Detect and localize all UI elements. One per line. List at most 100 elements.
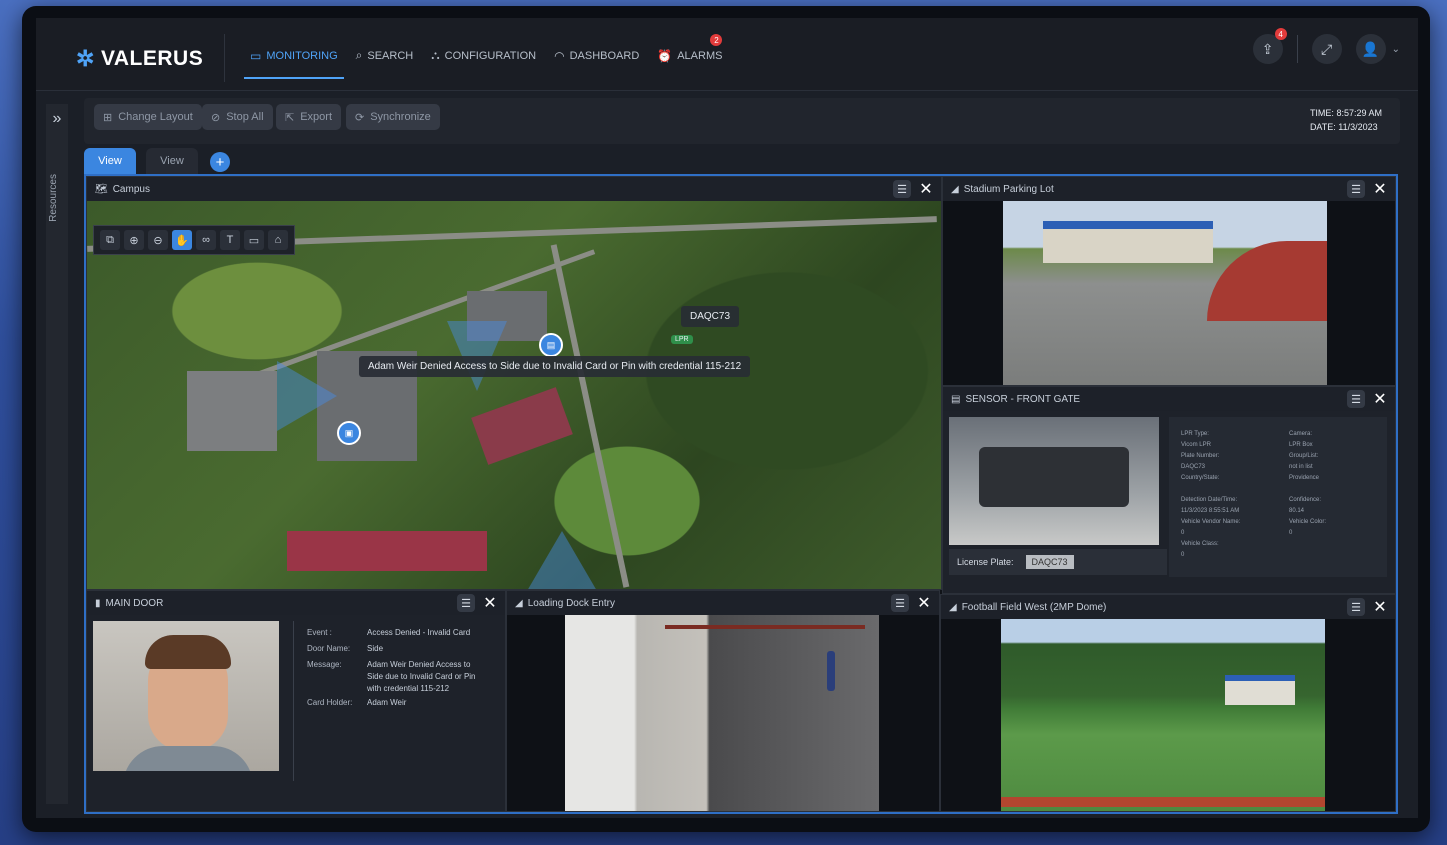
link-tool[interactable]: ∞ [196,230,216,250]
pane-close-button[interactable]: ✕ [481,594,499,612]
button-label: Change Layout [118,111,193,123]
map-icon: 🗺 [95,183,108,195]
running-track [1207,241,1327,321]
fullscreen-button[interactable]: ⤢ [1311,34,1342,64]
button-label: Synchronize [370,111,431,123]
field-value: LPR Box [1289,442,1313,448]
zoom-out-tool[interactable]: ⊖ [148,230,168,250]
field-label: Card Holder: [307,698,353,707]
add-view-button[interactable]: + [210,152,230,172]
pane-menu-button[interactable]: ☰ [893,180,911,198]
nav-label: CONFIGURATION [444,49,537,62]
pane-close-button[interactable]: ✕ [1371,390,1389,408]
plate-crop: DAQC73 [1025,555,1074,569]
map-parking-lot [187,371,277,451]
video-feed[interactable] [941,619,1395,811]
pane-menu-button[interactable]: ☰ [1347,598,1365,616]
stop-icon: ⊘ [211,111,221,124]
field-value: not in list [1289,464,1313,470]
lpr-details: LPR Type: Vicom LPR Plate Number: DAQC73… [1169,417,1387,577]
map-track [287,531,487,571]
field-house [1225,675,1295,705]
camera-icon: ◢ [949,601,957,613]
chevron-down-icon[interactable]: ⌄ [1392,44,1400,55]
nav-label: MONITORING [266,49,338,62]
door-marker[interactable]: ▣ [337,421,361,445]
field-label: Group/List: [1289,453,1319,459]
pane-menu-button[interactable]: ☰ [1347,180,1365,198]
nav-search[interactable]: ⌕ SEARCH [356,48,414,79]
person-walking [827,651,835,691]
hand-icon: ✋ [175,234,189,247]
text-tool[interactable]: T [220,230,240,250]
synchronize-button[interactable]: ⟳ Synchronize [346,104,440,130]
comment-tool[interactable]: ▭ [244,230,264,250]
license-plate-row: License Plate: DAQC73 [949,549,1167,575]
pane-menu-button[interactable]: ☰ [1347,390,1365,408]
share-button[interactable]: ⇪ 4 [1252,28,1287,64]
stop-all-button[interactable]: ⊘ Stop All [202,104,273,130]
button-label: Stop All [226,111,264,123]
menu-icon: ☰ [1351,183,1361,196]
satellite-map[interactable]: ▣ ▤ DAQC73 LPR Adam Weir Denied Access t… [87,201,941,589]
user-menu-button[interactable]: 👤 [1355,34,1386,64]
video-feed[interactable] [507,615,939,811]
notification-badge: 4 [1274,28,1287,40]
share-icon: ⇪ [1261,40,1274,57]
field-value: Side [367,644,384,653]
zoom-in-icon: ⊕ [129,234,139,247]
camera-icon: ◢ [951,183,959,195]
lpr-marker[interactable]: ▤ [539,333,563,357]
resources-label[interactable]: Resources [48,174,59,222]
comment-icon: ▭ [248,234,260,247]
divider [1296,35,1298,63]
pane-menu-button[interactable]: ☰ [457,594,475,612]
door-event-details: Event : Access Denied - Invalid Card Doo… [307,627,497,777]
pane-close-button[interactable]: ✕ [917,180,935,198]
export-icon: ⇱ [285,111,295,124]
menu-icon: ☰ [895,597,905,610]
tab-view-2[interactable]: View [146,148,198,174]
field-label: Door Name: [307,644,351,653]
map-view[interactable]: ▣ ▤ DAQC73 LPR Adam Weir Denied Access t… [87,201,941,589]
search-icon: ⌕ [355,48,363,62]
main-nav: ▭ MONITORING ⌕ SEARCH ⛬ CONFIGURATION ◠ … [244,34,723,79]
zoom-in-tool[interactable]: ⊕ [124,230,144,250]
tab-view-1[interactable]: View [84,148,136,174]
nav-alarms[interactable]: ⏰ ALARMS 2 [657,34,723,79]
layers-tool[interactable]: ⧉ [100,230,120,250]
field-label: Camera: [1289,431,1313,437]
pane-menu-button[interactable]: ☰ [891,594,909,612]
menu-icon: ☰ [461,597,471,610]
pan-tool[interactable]: ✋ [172,230,192,250]
clock-readout: TIME: 8:57:29 AM DATE: 11/3/2023 [1310,106,1382,134]
plate-map-label: DAQC73 [681,306,740,327]
close-icon: ✕ [919,181,933,198]
map-toolbar: ⧉ ⊕ ⊖ ✋ ∞ T ▭ ⌂ [93,225,295,255]
field-value: Adam Weir [367,698,407,707]
running-track [1001,797,1325,807]
lpr-snapshot[interactable] [949,417,1159,545]
pane-close-button[interactable]: ✕ [1371,598,1389,616]
app-screen: ✲ VALERUS ▭ MONITORING ⌕ SEARCH ⛬ CONFIG… [36,18,1418,818]
campus-map-pane: 🗺 Campus ☰ ✕ ▣ ▤ DAQC73 LPR Adam Weir De… [86,176,942,590]
camera-fov [527,531,597,589]
pane-title: MAIN DOOR [105,597,164,609]
home-icon: ⌂ [274,234,282,246]
nav-monitoring[interactable]: ▭ MONITORING [244,48,344,79]
pane-close-button[interactable]: ✕ [915,594,933,612]
app-logo[interactable]: ✲ VALERUS [76,46,203,72]
close-icon: ✕ [1373,391,1387,408]
stadium-building [1043,221,1213,263]
pane-close-button[interactable]: ✕ [1371,180,1389,198]
nav-dashboard[interactable]: ◠ DASHBOARD [554,48,639,79]
nav-configuration[interactable]: ⛬ CONFIGURATION [431,48,536,79]
home-tool[interactable]: ⌂ [268,230,288,250]
video-feed[interactable] [943,201,1395,385]
export-button[interactable]: ⇱ Export [276,104,342,130]
expand-panel-icon[interactable]: » [46,110,68,128]
pane-title: Loading Dock Entry [527,597,615,609]
lpr-tag: LPR [671,335,693,344]
change-layout-button[interactable]: ⊞ Change Layout [94,104,202,130]
